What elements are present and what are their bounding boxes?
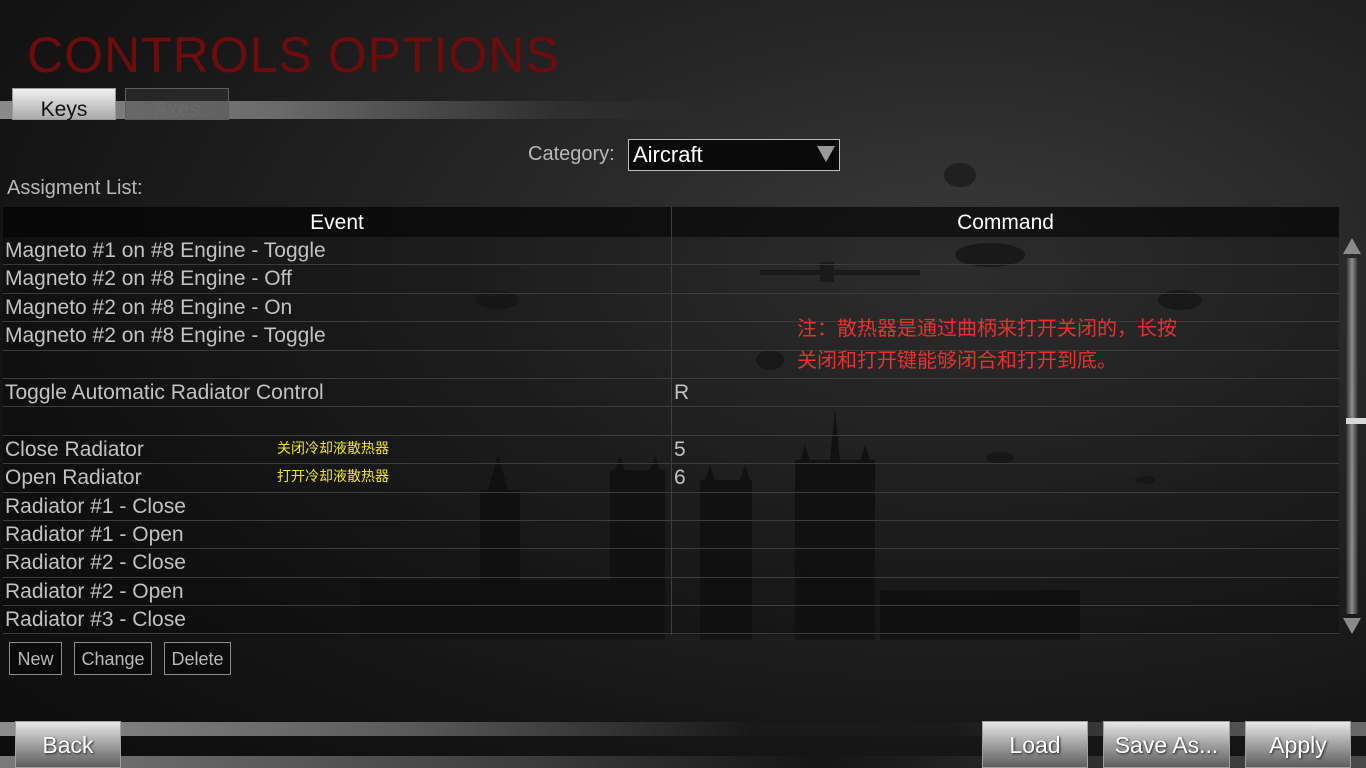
tab-keys[interactable]: Keys — [12, 88, 116, 121]
column-header-command[interactable]: Command — [672, 207, 1339, 237]
event-cell: Magneto #2 on #8 Engine - Toggle — [5, 324, 326, 348]
event-cell: Radiator #1 - Open — [5, 522, 184, 546]
command-cell: 6 — [674, 466, 686, 490]
load-button[interactable]: Load — [982, 721, 1088, 768]
event-cell: Close Radiator — [5, 437, 144, 461]
event-cell: Toggle Automatic Radiator Control — [5, 380, 324, 404]
table-row[interactable]: Magneto #2 on #8 Engine - Off — [3, 265, 1339, 294]
category-dropdown[interactable]: Aircraft — [628, 139, 840, 171]
event-cell: Magneto #2 on #8 Engine - On — [5, 295, 293, 319]
event-cell: Open Radiator — [5, 466, 142, 490]
event-cell: Magneto #1 on #8 Engine - Toggle — [5, 239, 326, 262]
change-button[interactable]: Change — [74, 642, 152, 675]
assignment-table: Event Command Magneto #1 on #8 Engine - … — [3, 207, 1339, 635]
page-title: CONTROLS OPTIONS — [27, 27, 560, 83]
table-row[interactable]: Radiator #3 - Close — [3, 606, 1339, 635]
scroll-up-arrow-icon[interactable] — [1343, 238, 1361, 254]
new-button[interactable]: New — [9, 642, 62, 675]
assignment-list-label: Assigment List: — [7, 177, 143, 199]
table-scrollbar[interactable] — [1342, 236, 1366, 636]
table-row[interactable]: Open Radiator 打开冷却液散热器 6 — [3, 464, 1339, 493]
event-cell: Radiator #2 - Close — [5, 551, 186, 575]
chevron-down-icon[interactable] — [817, 146, 835, 162]
command-cell: R — [674, 380, 690, 404]
scroll-thumb[interactable] — [1346, 418, 1366, 424]
event-cell: Radiator #3 - Close — [5, 608, 186, 632]
table-row[interactable]: Toggle Automatic Radiator Control R — [3, 379, 1339, 408]
scroll-down-arrow-icon[interactable] — [1343, 618, 1361, 634]
table-row[interactable]: Radiator #1 - Close — [3, 493, 1339, 521]
radiator-annotation: 注：散热器是通过曲柄来打开关闭的，长按关闭和打开键能够闭合和打开到底。 — [797, 316, 1177, 372]
table-row[interactable]: Close Radiator 关闭冷却液散热器 5 — [3, 436, 1339, 465]
delete-button[interactable]: Delete — [164, 642, 231, 675]
table-row[interactable]: Magneto #1 on #8 Engine - Toggle — [3, 237, 1339, 266]
category-value: Aircraft — [633, 142, 703, 167]
scroll-track[interactable] — [1346, 258, 1366, 614]
tab-axes[interactable]: Axes — [125, 88, 229, 121]
save-as-button[interactable]: Save As... — [1103, 721, 1230, 768]
row-note: 关闭冷却液散热器 — [277, 440, 389, 457]
event-cell: Radiator #1 - Close — [5, 494, 186, 518]
row-note: 打开冷却液散热器 — [277, 469, 389, 486]
table-row[interactable] — [3, 407, 1339, 436]
table-row[interactable]: Radiator #2 - Open — [3, 578, 1339, 607]
category-label: Category: — [528, 143, 615, 165]
table-row[interactable]: Radiator #2 - Close — [3, 549, 1339, 578]
event-cell: Magneto #2 on #8 Engine - Off — [5, 267, 292, 291]
apply-button[interactable]: Apply — [1245, 721, 1351, 768]
event-cell: Radiator #2 - Open — [5, 579, 184, 603]
back-button[interactable]: Back — [15, 721, 121, 768]
table-row[interactable]: Radiator #1 - Open — [3, 521, 1339, 550]
command-cell: 5 — [674, 437, 686, 461]
column-header-event[interactable]: Event — [3, 207, 671, 237]
table-body: Magneto #1 on #8 Engine - Toggle Magneto… — [3, 237, 1339, 635]
